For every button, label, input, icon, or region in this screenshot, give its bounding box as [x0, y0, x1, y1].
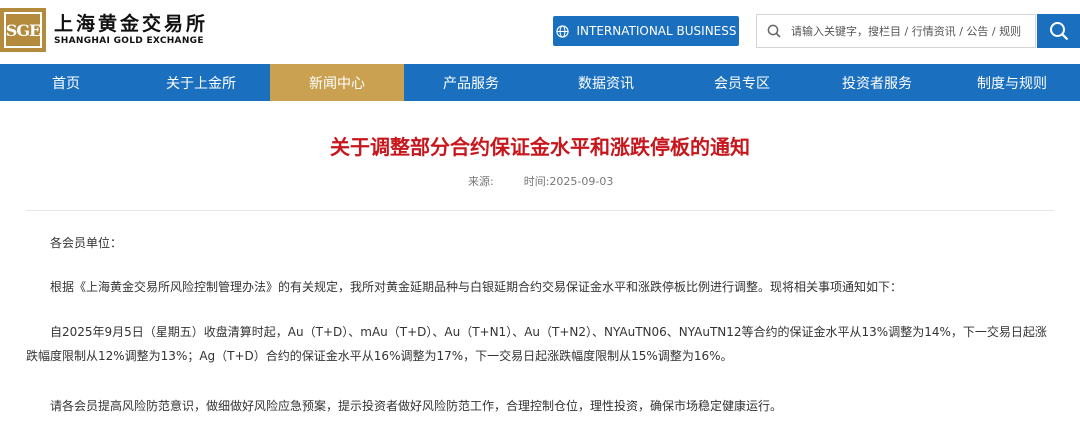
- globe-icon: [555, 24, 569, 38]
- international-business-button[interactable]: INTERNATIONAL BUSINESS: [553, 16, 739, 46]
- article-paragraph: 根据《上海黄金交易所风险控制管理办法》的有关规定，我所对黄金延期品种与白银延期合…: [50, 280, 903, 294]
- divider: [26, 210, 1054, 211]
- nav-item-news[interactable]: 新闻中心: [270, 64, 404, 101]
- article-title: 关于调整部分合约保证金水平和涨跌停板的通知: [330, 135, 750, 159]
- nav-item-investors[interactable]: 投资者服务: [810, 64, 944, 101]
- article-salutation: 各会员单位：: [50, 236, 123, 250]
- article-source: 来源:: [468, 175, 494, 188]
- search-icon: [767, 24, 781, 38]
- search-box: [756, 14, 1036, 48]
- article-meta: 来源: 时间:2025-09-03: [468, 173, 613, 189]
- logo-name-en: SHANGHAI GOLD EXCHANGE: [54, 36, 204, 46]
- nav-item-rules[interactable]: 制度与规则: [944, 64, 1080, 101]
- nav-item-data[interactable]: 数据资讯: [538, 64, 674, 101]
- nav-item-products[interactable]: 产品服务: [404, 64, 538, 101]
- search-icon: [1049, 22, 1068, 41]
- header: SGE 上海黄金交易所 SHANGHAI GOLD EXCHANGE INTER…: [0, 0, 1080, 64]
- article-paragraph: 请各会员提高风险防范意识，做细做好风险应急预案，提示投资者做好风险防范工作，合理…: [50, 399, 783, 413]
- logo-mark: SGE: [0, 8, 46, 52]
- nav-item-members[interactable]: 会员专区: [674, 64, 810, 101]
- international-business-label: INTERNATIONAL BUSINESS: [576, 24, 737, 38]
- logo-mark-text: SGE: [4, 12, 42, 48]
- logo-name-cn: 上海黄金交易所: [54, 13, 209, 35]
- article-paragraph: 自2025年9月5日（星期五）收盘清算时起，Au（T+D）、mAu（T+D）、A…: [26, 325, 1047, 363]
- search-input[interactable]: [791, 24, 1027, 38]
- nav-item-home[interactable]: 首页: [0, 64, 132, 101]
- nav-item-about[interactable]: 关于上金所: [132, 64, 270, 101]
- logo[interactable]: SGE 上海黄金交易所 SHANGHAI GOLD EXCHANGE: [0, 8, 208, 52]
- search-button[interactable]: [1037, 14, 1080, 48]
- article-time: 时间:2025-09-03: [523, 175, 614, 188]
- logo-text: 上海黄金交易所 SHANGHAI GOLD EXCHANGE: [54, 13, 208, 47]
- main-nav: 首页 关于上金所 新闻中心 产品服务 数据资讯 会员专区 投资者服务 制度与规则: [0, 64, 1080, 101]
